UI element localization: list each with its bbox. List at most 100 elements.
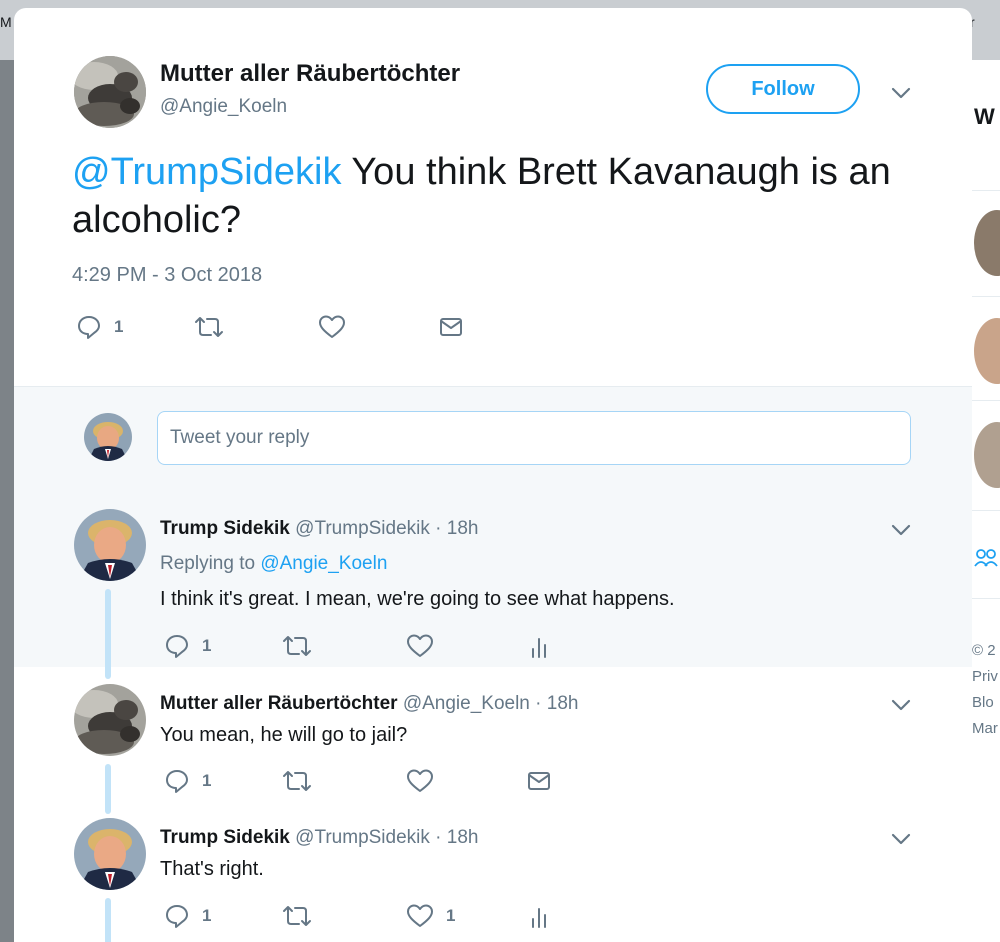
analytics-icon bbox=[532, 638, 546, 658]
reply-count: 1 bbox=[202, 906, 212, 925]
sidebar-avatar bbox=[974, 422, 1000, 488]
reply-action[interactable]: 1 bbox=[76, 314, 123, 340]
retweet-action[interactable] bbox=[194, 314, 224, 340]
reply-text: I think it's great. I mean, we're going … bbox=[160, 588, 675, 610]
footer-link[interactable]: © 2 bbox=[972, 638, 996, 664]
chevron-down-icon[interactable] bbox=[890, 698, 912, 712]
author-handle[interactable]: @Angie_Koeln bbox=[160, 96, 287, 118]
sidebar-avatar bbox=[974, 210, 1000, 276]
reply-avatar[interactable] bbox=[74, 818, 146, 890]
retweet-action[interactable] bbox=[282, 768, 312, 794]
chevron-down-icon[interactable] bbox=[890, 832, 912, 846]
reply-author-name[interactable]: Trump Sidekik bbox=[160, 518, 290, 539]
reply-avatar[interactable] bbox=[74, 509, 146, 581]
author-avatar-image bbox=[74, 56, 146, 128]
tweet-mention-link[interactable]: @TrumpSidekik bbox=[72, 151, 341, 193]
reply-author-name[interactable]: Mutter aller Räubertöchter bbox=[160, 693, 398, 714]
heart-icon bbox=[319, 315, 345, 338]
sidebar-heading-fragment: W bbox=[974, 104, 995, 129]
like-action[interactable]: 1 bbox=[406, 903, 455, 929]
analytics-action[interactable] bbox=[526, 903, 552, 929]
reply-input[interactable] bbox=[157, 411, 911, 465]
retweet-action[interactable] bbox=[282, 903, 312, 929]
reply-icon bbox=[166, 905, 188, 928]
author-name[interactable]: Mutter aller Räubertöchter bbox=[160, 60, 460, 88]
thread-connector bbox=[105, 898, 111, 942]
sidebar-divider bbox=[972, 190, 1000, 191]
tweet-modal: Mutter aller Räubertöchter @Angie_Koeln … bbox=[14, 8, 972, 942]
reply-time[interactable]: · 18h bbox=[535, 693, 578, 714]
tweet-timestamp[interactable]: 4:29 PM - 3 Oct 2018 bbox=[72, 264, 262, 287]
current-user-avatar bbox=[84, 413, 132, 461]
background-sidebar: W © 2 Priv Blo Mar bbox=[972, 60, 1000, 942]
reply-tweet[interactable]: Trump Sidekik @TrumpSidekik · 18h Replyi… bbox=[14, 491, 972, 667]
main-tweet: Mutter aller Räubertöchter @Angie_Koeln … bbox=[14, 8, 972, 386]
reply-header: Trump Sidekik @TrumpSidekik · 18h bbox=[160, 518, 478, 540]
chevron-down-icon[interactable] bbox=[890, 523, 912, 537]
current-user-avatar-image bbox=[84, 413, 132, 461]
retweet-icon bbox=[283, 771, 311, 791]
reply-author-handle[interactable]: @Angie_Koeln bbox=[403, 693, 530, 714]
heart-icon bbox=[407, 634, 433, 657]
reply-avatar[interactable] bbox=[74, 684, 146, 756]
reply-action[interactable]: 1 bbox=[164, 768, 211, 794]
sidebar-divider bbox=[972, 510, 1000, 511]
sidebar-divider bbox=[972, 296, 1000, 297]
footer-link[interactable]: Blo bbox=[972, 690, 994, 716]
reply-avatar-image bbox=[74, 509, 146, 581]
footer-link[interactable]: Mar bbox=[972, 716, 998, 742]
replying-to-prefix: Replying to bbox=[160, 553, 256, 574]
replying-to: Replying to @Angie_Koeln bbox=[160, 553, 387, 575]
reply-header: Mutter aller Räubertöchter @Angie_Koeln … bbox=[160, 693, 578, 715]
dm-action[interactable] bbox=[438, 314, 464, 340]
reply-text: That's right. bbox=[160, 858, 264, 880]
thread-connector bbox=[105, 764, 111, 814]
background-nav-fragment: M bbox=[0, 14, 12, 30]
like-action[interactable] bbox=[406, 633, 434, 659]
author-avatar[interactable] bbox=[74, 56, 146, 128]
envelope-icon bbox=[528, 772, 550, 790]
reply-composer bbox=[14, 386, 972, 492]
reply-count: 1 bbox=[114, 317, 124, 336]
follow-button[interactable]: Follow bbox=[706, 64, 860, 114]
reply-header: Trump Sidekik @TrumpSidekik · 18h bbox=[160, 827, 478, 849]
chevron-down-icon[interactable] bbox=[890, 86, 912, 100]
analytics-action[interactable] bbox=[526, 633, 552, 659]
reply-avatar-image bbox=[74, 684, 146, 756]
reply-icon bbox=[166, 635, 188, 658]
reply-icon bbox=[166, 770, 188, 793]
retweet-icon bbox=[283, 636, 311, 656]
reply-author-handle[interactable]: @TrumpSidekik bbox=[295, 827, 430, 848]
reply-icon bbox=[78, 316, 100, 339]
reply-time[interactable]: · 18h bbox=[435, 827, 478, 848]
thread-connector bbox=[105, 589, 111, 679]
envelope-icon bbox=[440, 318, 462, 336]
sidebar-divider bbox=[972, 598, 1000, 599]
replying-to-mention-link[interactable]: @Angie_Koeln bbox=[260, 553, 387, 574]
like-action[interactable] bbox=[318, 314, 346, 340]
reply-author-handle[interactable]: @TrumpSidekik bbox=[295, 518, 430, 539]
reply-tweet[interactable]: Mutter aller Räubertöchter @Angie_Koeln … bbox=[14, 667, 972, 807]
reply-avatar-image bbox=[74, 818, 146, 890]
retweet-action[interactable] bbox=[282, 633, 312, 659]
reply-count: 1 bbox=[202, 636, 212, 655]
reply-time[interactable]: · 18h bbox=[435, 518, 478, 539]
reply-text: You mean, he will go to jail? bbox=[160, 724, 408, 746]
reply-action[interactable]: 1 bbox=[164, 633, 211, 659]
sidebar-avatar bbox=[974, 318, 1000, 384]
reply-tweet[interactable]: Trump Sidekik @TrumpSidekik · 18h That's… bbox=[14, 807, 972, 942]
heart-icon bbox=[407, 904, 433, 927]
reply-count: 1 bbox=[202, 771, 212, 790]
heart-icon bbox=[407, 769, 433, 792]
retweet-icon bbox=[195, 317, 223, 337]
reply-author-name[interactable]: Trump Sidekik bbox=[160, 827, 290, 848]
like-count: 1 bbox=[446, 906, 456, 925]
analytics-icon bbox=[532, 908, 546, 928]
tweet-text: @TrumpSidekik You think Brett Kavanaugh … bbox=[72, 148, 932, 244]
retweet-icon bbox=[283, 906, 311, 926]
reply-action[interactable]: 1 bbox=[164, 903, 211, 929]
like-action[interactable] bbox=[406, 768, 434, 794]
people-icon bbox=[974, 549, 998, 567]
dm-action[interactable] bbox=[526, 768, 552, 794]
footer-link[interactable]: Priv bbox=[972, 664, 998, 690]
